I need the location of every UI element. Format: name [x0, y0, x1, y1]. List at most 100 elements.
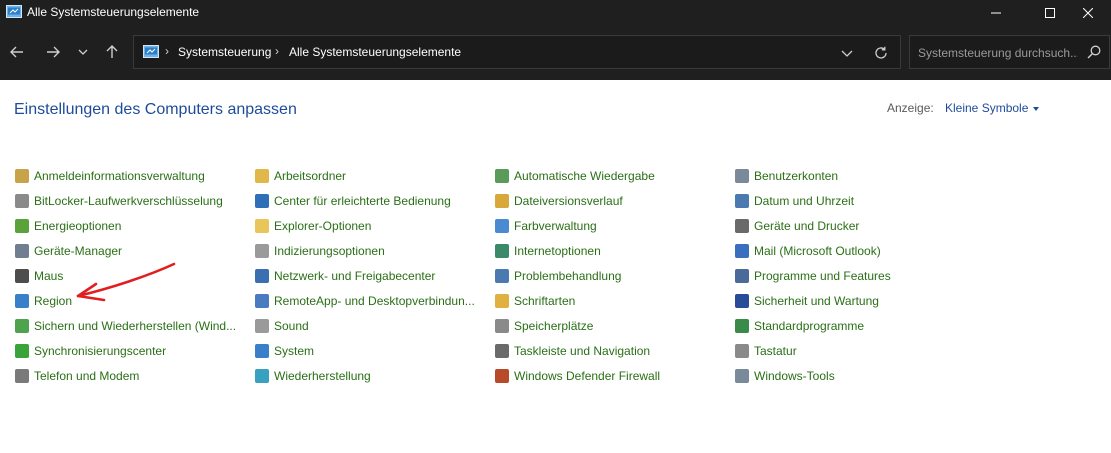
back-button[interactable]	[4, 39, 30, 65]
icon-shape	[495, 343, 509, 358]
control-panel-item-label: Sound	[274, 318, 309, 333]
keyboard-icon	[734, 343, 750, 359]
address-history-button[interactable]	[837, 43, 857, 63]
control-panel-item-label: Mail (Microsoft Outlook)	[754, 244, 881, 259]
icon-shape	[255, 219, 269, 234]
control-panel-item[interactable]: Farbverwaltung	[494, 214, 660, 239]
control-panel-item[interactable]: Standardprogramme	[734, 313, 891, 338]
network-icon	[254, 268, 270, 284]
refresh-button[interactable]	[871, 43, 891, 63]
control-panel-item[interactable]: BitLocker-Laufwerkverschlüsselung	[14, 189, 236, 214]
control-panel-item[interactable]: Synchronisierungscenter	[14, 338, 236, 363]
control-panel-item[interactable]: Schriftarten	[494, 288, 660, 313]
control-panel-item[interactable]: Wiederherstellung	[254, 363, 475, 388]
control-panel-item-label: System	[274, 343, 315, 358]
control-panel-item-label: Explorer-Optionen	[274, 219, 372, 234]
control-panel-item[interactable]: Taskleiste und Navigation	[494, 338, 660, 363]
fonts-icon	[494, 293, 510, 309]
breadcrumb-systemsteuerung[interactable]: Systemsteuerung	[178, 45, 271, 59]
icon-shape	[255, 368, 269, 383]
icon-shape	[735, 219, 749, 234]
control-panel-item[interactable]: Geräte-Manager	[14, 239, 236, 264]
icon-shape	[735, 169, 749, 184]
control-panel-item[interactable]: Windows Defender Firewall	[494, 363, 660, 388]
control-panel-item[interactable]: Sound	[254, 313, 475, 338]
caret-down-icon	[1033, 106, 1040, 111]
view-label: Anzeige:	[887, 101, 934, 115]
control-panel-item-label: Synchronisierungscenter	[34, 343, 167, 358]
control-panel-item[interactable]: Maus	[14, 264, 236, 289]
control-panel-item[interactable]: Anmeldeinformationsverwaltung	[14, 164, 236, 189]
control-panel-item[interactable]: Sichern und Wiederherstellen (Wind...	[14, 313, 236, 338]
control-panel-item-label: Sicherheit und Wartung	[754, 293, 879, 308]
control-panel-item[interactable]: Windows-Tools	[734, 363, 891, 388]
view-mode-value: Kleine Symbole	[945, 101, 1029, 115]
control-panel-item[interactable]: Speicherplätze	[494, 313, 660, 338]
control-panel-item[interactable]: Mail (Microsoft Outlook)	[734, 239, 891, 264]
breadcrumb-current[interactable]: Alle Systemsteuerungselemente	[289, 45, 461, 59]
icon-shape	[255, 244, 269, 259]
control-panel-item[interactable]: Datum und Uhrzeit	[734, 189, 891, 214]
device-manager-icon	[14, 243, 30, 259]
icon-shape	[15, 343, 29, 358]
arrow-up-icon	[106, 45, 118, 58]
taskbar-icon	[494, 343, 510, 359]
view-mode-dropdown[interactable]: Kleine Symbole	[945, 101, 1040, 115]
window-title: Alle Systemsteuerungselemente	[27, 5, 200, 19]
search-icon	[1087, 45, 1101, 59]
control-panel-item[interactable]: Netzwerk- und Freigabecenter	[254, 264, 475, 289]
close-button[interactable]	[1065, 0, 1111, 25]
minimize-button[interactable]	[973, 0, 1019, 25]
firewall-icon	[494, 368, 510, 384]
control-panel-item[interactable]: Telefon und Modem	[14, 363, 236, 388]
user-accounts-icon	[734, 168, 750, 184]
chevron-right-icon: ›	[165, 44, 169, 58]
items-column-1: Anmeldeinformationsverwaltung BitLocker-L…	[14, 164, 236, 388]
address-bar[interactable]: › Systemsteuerung › Alle Systemsteuerung…	[133, 35, 901, 69]
search-box[interactable]	[909, 35, 1110, 69]
forward-button[interactable]	[40, 39, 66, 65]
control-panel-item-label: Windows Defender Firewall	[514, 368, 661, 383]
control-panel-item[interactable]: Indizierungsoptionen	[254, 239, 475, 264]
control-panel-item[interactable]: Sicherheit und Wartung	[734, 288, 891, 313]
troubleshoot-icon	[494, 268, 510, 284]
icon-shape	[15, 219, 29, 234]
icon-shape	[15, 318, 29, 333]
control-panel-item[interactable]: Tastatur	[734, 338, 891, 363]
recent-locations-button[interactable]	[70, 39, 96, 65]
control-panel-item[interactable]: Region	[14, 288, 236, 313]
control-panel-item[interactable]: Explorer-Optionen	[254, 214, 475, 239]
icon-shape	[255, 169, 269, 184]
storage-icon	[494, 318, 510, 334]
flag-icon	[734, 293, 750, 309]
default-programs-icon	[734, 318, 750, 334]
control-panel-item[interactable]: Dateiversionsverlauf	[494, 189, 660, 214]
control-panel-item[interactable]: System	[254, 338, 475, 363]
icon-shape	[735, 368, 749, 383]
clock-icon	[734, 193, 750, 209]
icon-shape	[495, 194, 509, 209]
control-panel-item[interactable]: Internetoptionen	[494, 239, 660, 264]
control-panel-item-label: Datum und Uhrzeit	[754, 194, 855, 209]
control-panel-item-label: Energieoptionen	[34, 219, 122, 234]
globe-icon	[14, 293, 30, 309]
refresh-icon	[875, 46, 887, 59]
control-panel-item[interactable]: Automatische Wiedergabe	[494, 164, 660, 189]
control-panel-item[interactable]: Center für erleichterte Bedienung	[254, 189, 475, 214]
control-panel-item[interactable]: Energieoptionen	[14, 214, 236, 239]
up-button[interactable]	[99, 39, 125, 65]
sound-icon	[254, 318, 270, 334]
chevron-right-icon: ›	[275, 44, 279, 58]
control-panel-item[interactable]: Arbeitsordner	[254, 164, 475, 189]
control-panel-item[interactable]: Problembehandlung	[494, 264, 660, 289]
control-panel-item[interactable]: Benutzerkonten	[734, 164, 891, 189]
search-input[interactable]	[916, 44, 1080, 62]
control-panel-item[interactable]: Geräte und Drucker	[734, 214, 891, 239]
icon-shape	[735, 293, 749, 308]
system-icon	[254, 343, 270, 359]
icon-shape	[15, 194, 29, 209]
control-panel-item[interactable]: Programme und Features	[734, 264, 891, 289]
control-panel-item-label: Geräte-Manager	[34, 244, 123, 259]
items-column-2: Arbeitsordner Center für erleichterte Bed…	[254, 164, 475, 388]
control-panel-item[interactable]: RemoteApp- und Desktopverbindun...	[254, 288, 475, 313]
